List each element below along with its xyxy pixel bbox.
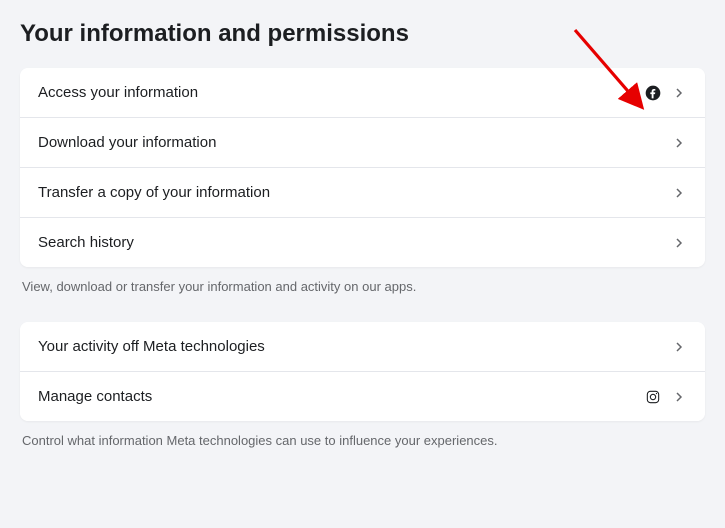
chevron-right-icon bbox=[671, 135, 687, 151]
chevron-right-icon bbox=[671, 389, 687, 405]
row-right bbox=[671, 339, 687, 355]
chevron-right-icon bbox=[671, 339, 687, 355]
row-right bbox=[671, 235, 687, 251]
chevron-right-icon bbox=[671, 235, 687, 251]
instagram-icon bbox=[645, 389, 661, 405]
row-activity-off-meta[interactable]: Your activity off Meta technologies bbox=[20, 322, 705, 372]
row-label: Download your information bbox=[38, 134, 216, 151]
row-label: Transfer a copy of your information bbox=[38, 184, 270, 201]
row-right bbox=[645, 85, 687, 101]
section-caption-2: Control what information Meta technologi… bbox=[20, 433, 705, 448]
section-group-2: Your activity off Meta technologies Mana… bbox=[20, 322, 705, 421]
row-label: Manage contacts bbox=[38, 388, 152, 405]
chevron-right-icon bbox=[671, 185, 687, 201]
row-label: Your activity off Meta technologies bbox=[38, 338, 265, 355]
row-access-your-information[interactable]: Access your information bbox=[20, 68, 705, 118]
row-label: Search history bbox=[38, 234, 134, 251]
row-right bbox=[671, 185, 687, 201]
row-label: Access your information bbox=[38, 84, 198, 101]
row-download-your-information[interactable]: Download your information bbox=[20, 118, 705, 168]
facebook-icon bbox=[645, 85, 661, 101]
row-transfer-copy[interactable]: Transfer a copy of your information bbox=[20, 168, 705, 218]
section-caption-1: View, download or transfer your informat… bbox=[20, 279, 705, 294]
row-right bbox=[645, 389, 687, 405]
section-group-1: Access your information Download your in… bbox=[20, 68, 705, 267]
page-title: Your information and permissions bbox=[20, 20, 705, 48]
row-search-history[interactable]: Search history bbox=[20, 218, 705, 267]
chevron-right-icon bbox=[671, 85, 687, 101]
row-manage-contacts[interactable]: Manage contacts bbox=[20, 372, 705, 421]
row-right bbox=[671, 135, 687, 151]
